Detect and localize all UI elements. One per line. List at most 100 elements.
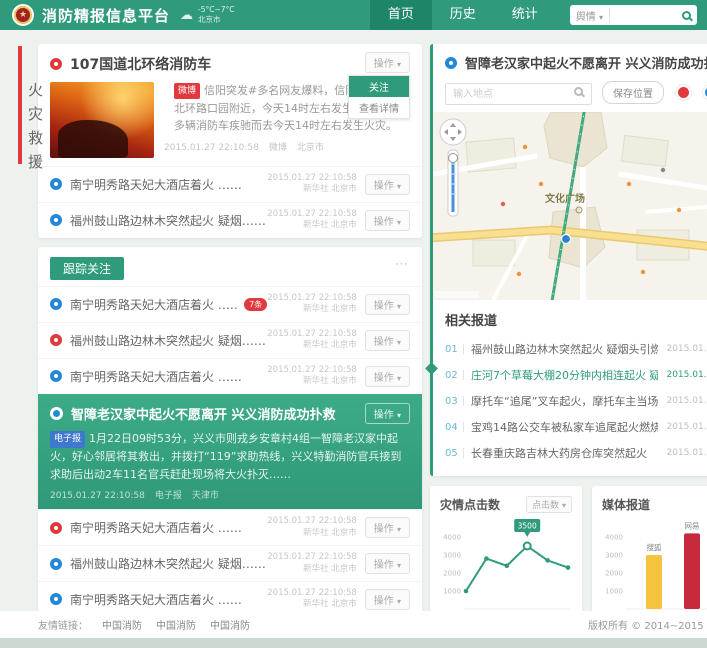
related-report-item[interactable]: 02 庄河7个草莓大棚20分钟内相连起火 疑似人为 2015.01.27 xyxy=(445,362,707,388)
related-reports-section: 相关报道 01 福州鼓山路边林木突然起火 疑烟头引燃 2015.01.27 02… xyxy=(433,300,707,476)
map-canvas[interactable]: 文化广场 xyxy=(433,112,707,300)
chevron-down-icon: ▾ xyxy=(397,338,401,347)
svg-text:3000: 3000 xyxy=(443,552,461,560)
clicks-metric-dropdown[interactable]: 点击数 ▾ xyxy=(526,496,572,513)
svg-text:网易: 网易 xyxy=(685,521,700,530)
alert-dot-icon xyxy=(50,58,62,70)
svg-text:4000: 4000 xyxy=(605,534,623,542)
latest-feed-card: 107国道北环络消防车 操作 ▾ 关注 查看详情 微博信阳突发#多名网友爆料，信… xyxy=(38,44,422,238)
selected-city: 天津市 xyxy=(192,491,219,501)
svg-text:1000: 1000 xyxy=(443,588,461,596)
source-tag: 微博 xyxy=(174,83,200,99)
featured-action-button[interactable]: 操作 ▾ xyxy=(365,52,410,73)
fire-brigade-logo-icon: ★ xyxy=(12,4,34,26)
status-dot-icon xyxy=(50,558,62,570)
selected-date: 2015.01.27 22:10:58 xyxy=(50,491,145,501)
nav-item[interactable]: 统计 xyxy=(494,0,556,30)
status-dot-icon xyxy=(50,522,62,534)
tracking-section-badge: 跟踪关注 xyxy=(50,257,124,280)
search-icon[interactable] xyxy=(682,11,691,20)
fire-photo xyxy=(50,82,154,158)
nav-item[interactable]: 首页 xyxy=(370,0,432,30)
divider xyxy=(463,344,464,354)
list-item[interactable]: 福州鼓山路边林木突然起火 疑烟…… 2015.01.27 22:10:58新华社… xyxy=(38,202,422,238)
save-location-button[interactable]: 保存位置 xyxy=(602,81,664,104)
row-action-button[interactable]: 操作 ▾ xyxy=(365,330,410,351)
red-indicator-bar xyxy=(18,46,22,164)
featured-actions: 操作 ▾ 关注 查看详情 xyxy=(348,52,410,119)
related-report-item[interactable]: 03 摩托车“追尾”叉车起火，摩托车主当场死亡 2015.01.27 xyxy=(445,388,707,414)
list-item[interactable]: 南宁明秀路天妃大酒店着火 …… 2015.01.27 22:10:58新华社 北… xyxy=(38,358,422,394)
chevron-down-icon: ▾ xyxy=(397,597,401,606)
more-icon[interactable]: ⋯ xyxy=(395,257,410,272)
media-chart-title: 媒体报道 xyxy=(602,496,650,513)
search-icon[interactable] xyxy=(574,87,583,96)
selected-action-button[interactable]: 操作 ▾ xyxy=(365,403,410,424)
count-badge: 7条 xyxy=(244,298,267,311)
nav-item[interactable]: 历史 xyxy=(432,0,494,30)
menu-item-follow[interactable]: 关注 xyxy=(349,76,409,97)
metro-station-icon xyxy=(562,235,571,244)
page: ★ 消防精报信息平台 ☁ -5°C~7°C 北京市 首页 历史 统计 舆情 ▾ xyxy=(0,0,707,648)
map-toolbar: 保存位置 xyxy=(445,81,707,104)
status-dot-icon xyxy=(445,57,457,69)
related-report-item[interactable]: 01 福州鼓山路边林木突然起火 疑烟头引燃 2015.01.27 xyxy=(445,336,707,362)
menu-item-view-detail[interactable]: 查看详情 xyxy=(349,97,409,118)
svg-text:3500: 3500 xyxy=(518,522,537,531)
featured-article[interactable]: 107国道北环络消防车 操作 ▾ 关注 查看详情 微博信阳突发#多名网友爆料，信… xyxy=(38,44,422,166)
status-dot-icon xyxy=(50,214,62,226)
chevron-down-icon: ▾ xyxy=(397,60,401,69)
chevron-down-icon: ▾ xyxy=(599,13,603,22)
feed-column: 107国道北环络消防车 操作 ▾ 关注 查看详情 微博信阳突发#多名网友爆料，信… xyxy=(38,44,422,648)
row-action-button[interactable]: 操作 ▾ xyxy=(365,517,410,538)
chevron-down-icon: ▾ xyxy=(397,218,401,227)
svg-text:搜狐: 搜狐 xyxy=(647,542,662,552)
chevron-down-icon: ▾ xyxy=(562,501,566,510)
featured-title: 107国道北环络消防车 xyxy=(70,54,211,74)
related-report-item[interactable]: 04 宝鸡14路公交车被私家车追尾起火燃烧 3人受伤 2015.01.27 xyxy=(445,414,707,440)
row-action-button[interactable]: 操作 ▾ xyxy=(365,553,410,574)
main-nav: 首页 历史 统计 xyxy=(370,0,556,30)
footer-link[interactable]: 中国消防 xyxy=(210,621,250,632)
row-action-button[interactable]: 操作 ▾ xyxy=(365,210,410,231)
row-action-button[interactable]: 操作 ▾ xyxy=(365,294,410,315)
map-pan-control[interactable] xyxy=(440,119,466,145)
footer-link[interactable]: 中国消防 xyxy=(102,621,142,632)
app-footer: 友情链接： 中国消防中国消防中国消防 版权所有 © 2014~2015 消防精报… xyxy=(0,611,707,638)
divider xyxy=(463,448,464,458)
list-item[interactable]: 福州鼓山路边林木突然起火 疑烟…… 2015.01.27 22:10:58新华社… xyxy=(38,545,422,581)
friend-links: 中国消防 中国消防 中国消防 xyxy=(88,617,250,632)
related-reports-title: 相关报道 xyxy=(445,310,707,329)
category-side-tab[interactable]: 火灾救援 xyxy=(18,46,38,164)
detail-column: 智障老汉家中起火不愿离开 兴义消防成功扑救 保存位置 xyxy=(430,44,707,638)
related-report-item[interactable]: 05 长春重庆路吉林大药房仓库突然起火 2015.01.27 xyxy=(445,440,707,466)
search-category-dropdown[interactable]: 舆情 ▾ xyxy=(576,8,610,23)
svg-text:2000: 2000 xyxy=(443,570,461,578)
footer-link[interactable]: 中国消防 xyxy=(156,621,196,632)
cloud-icon: ☁ xyxy=(180,8,193,23)
chevron-down-icon: ▾ xyxy=(397,374,401,383)
header-search: 舆情 ▾ xyxy=(570,5,697,25)
row-action-button[interactable]: 操作 ▾ xyxy=(365,366,410,387)
selected-tracking-item[interactable]: 智障老汉家中起火不愿离开 兴义消防成功扑救 操作 ▾ 电子报 1月22日09时53… xyxy=(38,394,422,509)
red-marker-toggle[interactable] xyxy=(676,85,691,100)
row-action-button[interactable]: 操作 ▾ xyxy=(365,589,410,610)
row-action-button[interactable]: 操作 ▾ xyxy=(365,174,410,195)
featured-date: 2015.01.27 22:10:58 xyxy=(164,143,259,153)
list-item[interactable]: 南宁明秀路天妃大酒店着火 …… 2015.01.27 22:10:58新华社 北… xyxy=(38,166,422,202)
tracking-list-top: 南宁明秀路天妃大酒店着火 …… 7条 2015.01.27 22:10:58新华… xyxy=(38,286,422,394)
svg-text:4000: 4000 xyxy=(443,534,461,542)
list-item[interactable]: 福州鼓山路边林木突然起火 疑烟…… 2015.01.27 22:10:58新华社… xyxy=(38,322,422,358)
list-item[interactable]: 南宁明秀路天妃大酒店着火 …… 7条 2015.01.27 22:10:58新华… xyxy=(38,286,422,322)
status-dot-icon xyxy=(50,298,62,310)
selected-title: 智障老汉家中起火不愿离开 兴义消防成功扑救 xyxy=(71,404,365,423)
search-input[interactable] xyxy=(616,10,682,21)
map-zoom-slider[interactable] xyxy=(448,150,458,216)
selected-source: 电子报 xyxy=(155,491,182,501)
blue-marker-toggle[interactable] xyxy=(703,85,707,100)
list-item[interactable]: 南宁明秀路天妃大酒店着火 …… 2015.01.27 22:10:58新华社 北… xyxy=(38,509,422,545)
divider xyxy=(463,396,464,406)
location-search-input[interactable] xyxy=(445,83,592,105)
selected-excerpt: 1月22日09时53分，兴义市则戎乡安章村4组一智障老汉家中起火，好心邻居将其救… xyxy=(50,432,401,481)
svg-text:3000: 3000 xyxy=(605,552,623,560)
